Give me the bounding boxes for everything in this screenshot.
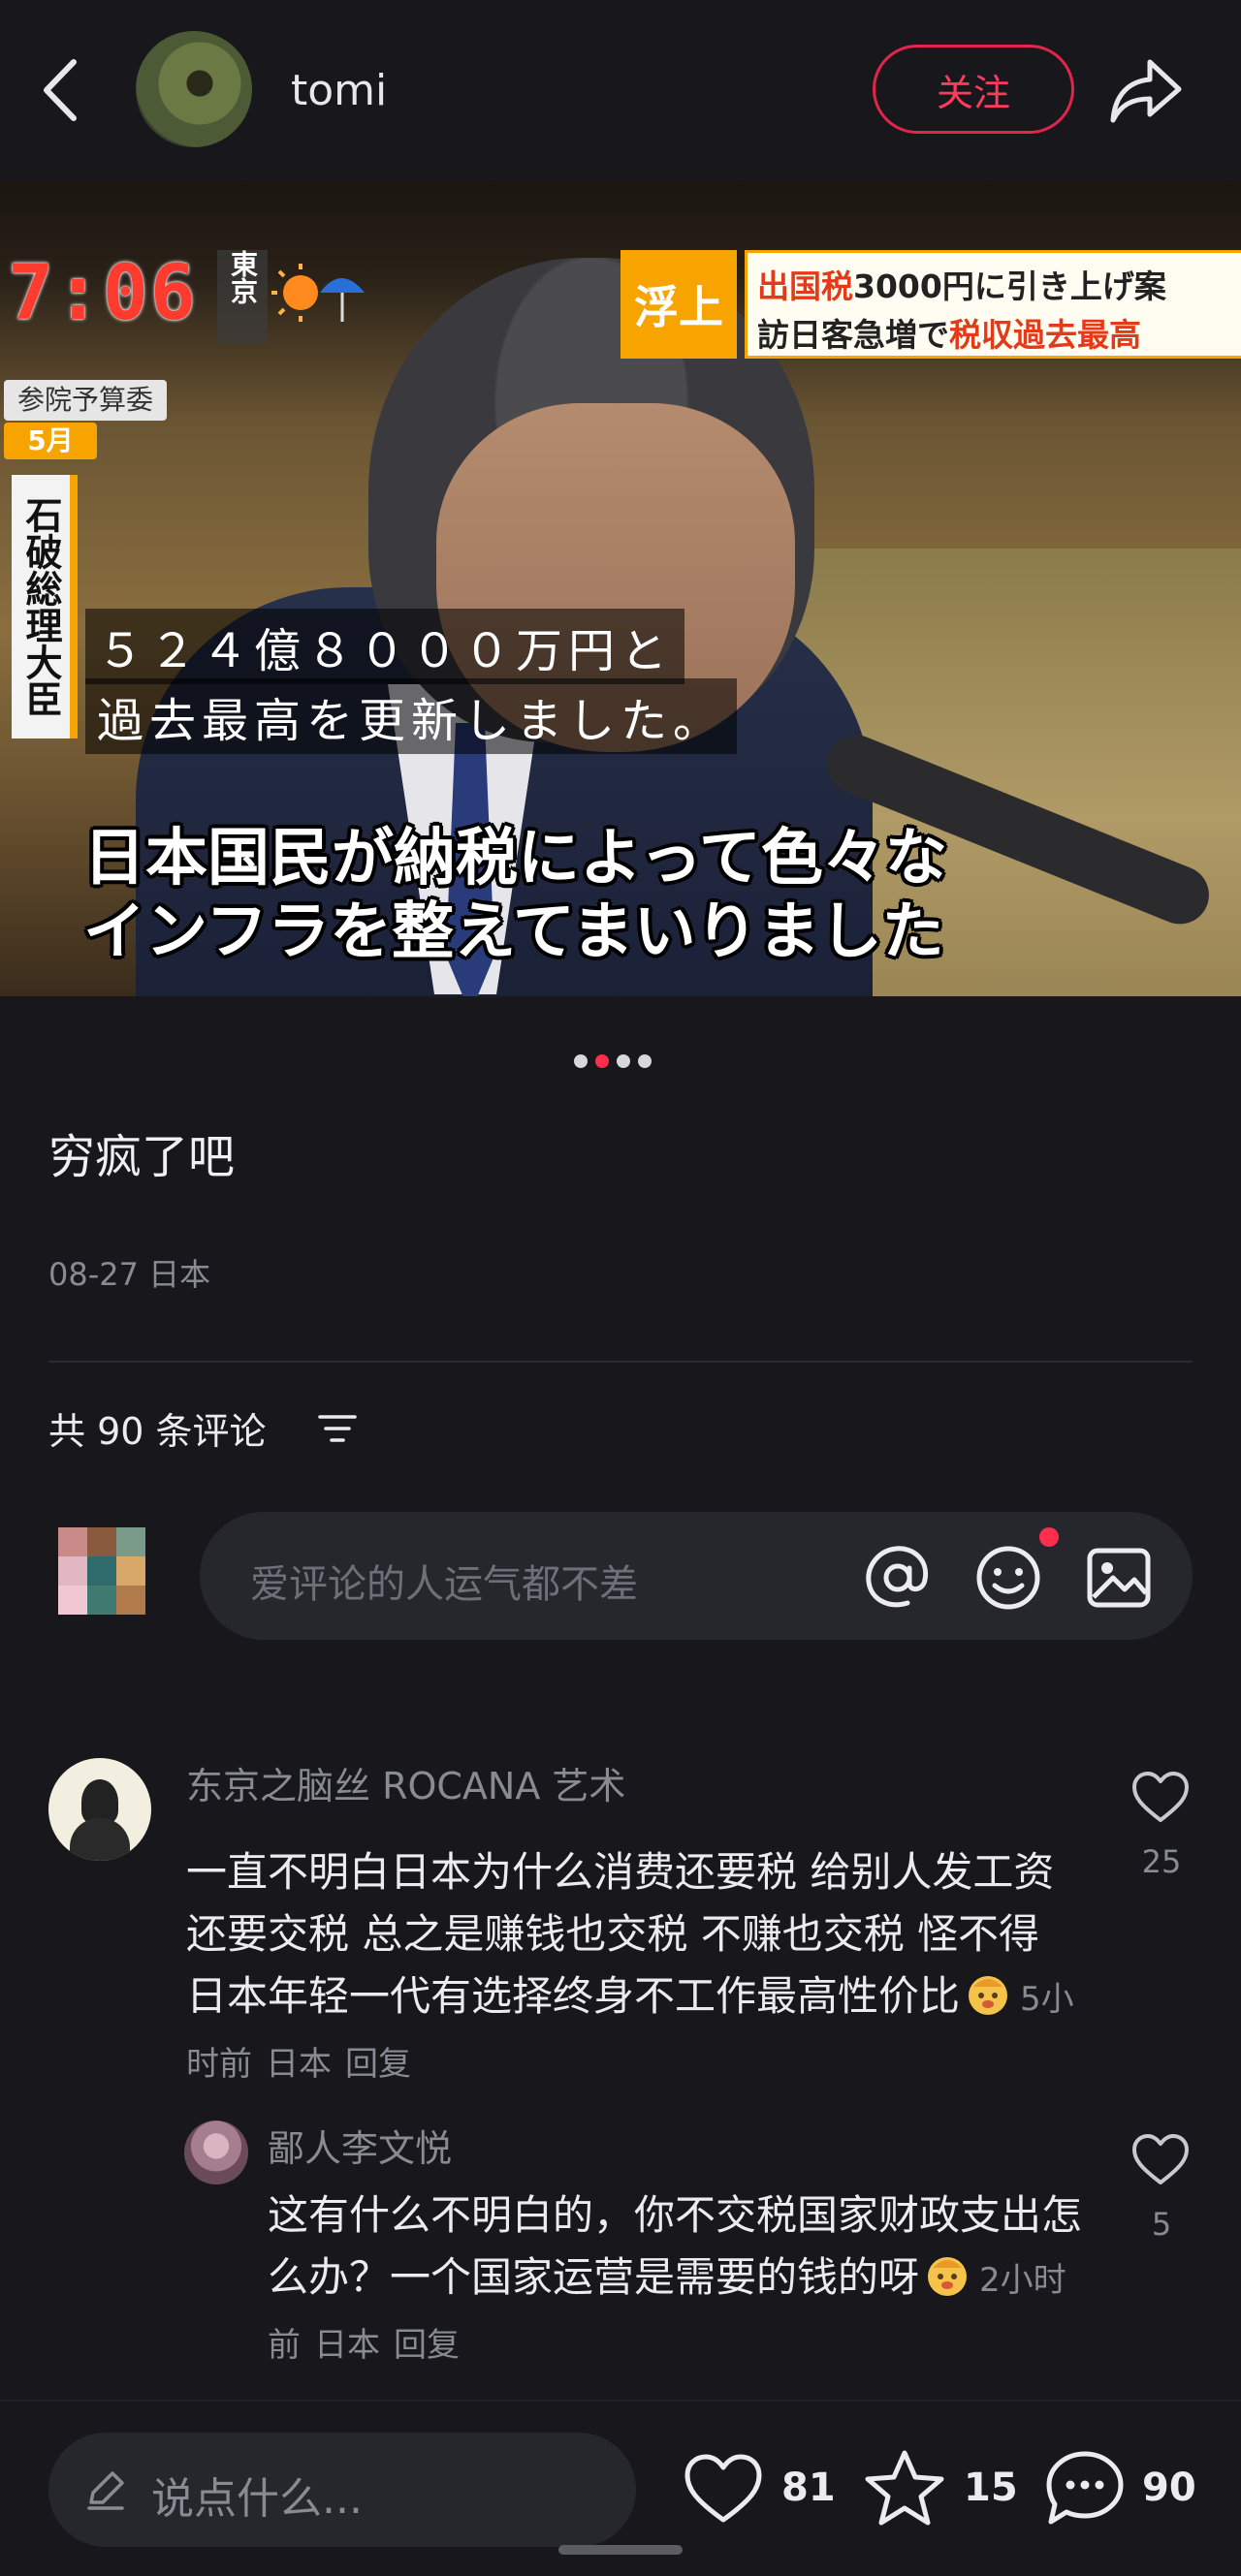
comment-like-count: 5 [1151,2206,1172,2243]
divider [48,1361,1193,1363]
carousel-dot[interactable] [574,1054,588,1068]
tv-badge: 浮上 [620,250,737,359]
reply-link[interactable]: 回复 [394,2326,460,2365]
tv-subtitle-1: ５２４億８０００万円と [85,609,685,684]
comment-text: 这有什么不明白的，你不交税国家财政支出怎么办？一个国家运营是需要的钱的呀 2小时前… [268,2191,1083,2365]
carousel-indicator [574,1054,652,1068]
tv-headline-text: 出国税3000円に引き上げ案 訪日客急増で税収過去最高 [745,250,1241,359]
pencil-icon [83,2467,128,2512]
commenter-name[interactable]: 鄙人李文悦 [268,2119,452,2172]
star-icon[interactable] [863,2448,946,2528]
back-icon[interactable] [35,56,93,124]
carousel-dot-active[interactable] [595,1054,609,1068]
follow-button[interactable]: 关注 [873,45,1074,134]
tv-month-label: 5月 [4,423,97,459]
commenter-avatar[interactable] [48,1758,151,1861]
carousel-dot[interactable] [617,1054,630,1068]
commenter-avatar[interactable] [184,2120,248,2184]
heart-icon[interactable] [1130,1770,1191,1824]
at-icon[interactable] [863,1543,933,1613]
say-something-input[interactable]: 说点什么... [48,2433,636,2547]
heart-icon[interactable] [683,2452,764,2526]
image-icon[interactable] [1084,1545,1154,1611]
share-icon[interactable] [1107,54,1185,128]
comment-icon[interactable] [1043,2448,1127,2528]
comment-total-count: 90 [1142,2466,1196,2510]
heart-icon[interactable] [1130,2132,1191,2186]
home-indicator[interactable] [558,2545,683,2555]
post-meta: 08-27 日本 [48,1256,211,1293]
my-avatar[interactable] [48,1527,151,1626]
tv-city: 東京 [217,250,268,343]
tv-headline: 浮上 出国税3000円に引き上げ案 訪日客急増で税収過去最高 [620,250,1241,376]
post-image[interactable]: 7:06 東京 浮上 出国税3000円に引き上げ案 訪日客急増で税収過去最高 参… [0,180,1241,996]
tv-clock: 7:06 [8,250,198,337]
star-count: 15 [964,2466,1018,2510]
post-caption: 穷疯了吧 [48,1130,236,1184]
emoji-icon[interactable] [973,1543,1043,1613]
reply-link[interactable]: 回复 [345,2045,411,2084]
filter-icon[interactable] [318,1411,357,1446]
overlay-caption-2: インフラを整えてまいりました [83,896,944,968]
comment-location: 日本 [266,2045,332,2084]
comment-location: 日本 [314,2326,380,2365]
comment-input-placeholder: 爱评论的人运气都不差 [250,1562,638,1607]
sticker-icon [964,1969,1012,2018]
author-name[interactable]: tomi [291,66,387,115]
comment-count: 共 90 条评论 [48,1410,267,1453]
say-input-placeholder: 说点什么... [151,2474,363,2524]
like-count: 81 [781,2466,836,2510]
tv-subtitle-2: 過去最高を更新しました。 [85,678,738,754]
carousel-dot[interactable] [638,1054,652,1068]
comment-like-count: 25 [1141,1843,1182,1880]
comment-text: 一直不明白日本为什么消费还要税 给别人发工资还要交税 总之是赚钱也交税 不赚也交… [186,1848,1074,2084]
tv-speaker-label: 石破総理大臣 [12,475,78,738]
commenter-name[interactable]: 东京之脑丝 ROCANA 艺术 [186,1756,625,1809]
tv-committee-label: 参院予算委 [4,380,168,421]
author-avatar[interactable] [136,31,252,147]
weather-icon [271,254,368,331]
sticker-icon [923,2250,971,2299]
